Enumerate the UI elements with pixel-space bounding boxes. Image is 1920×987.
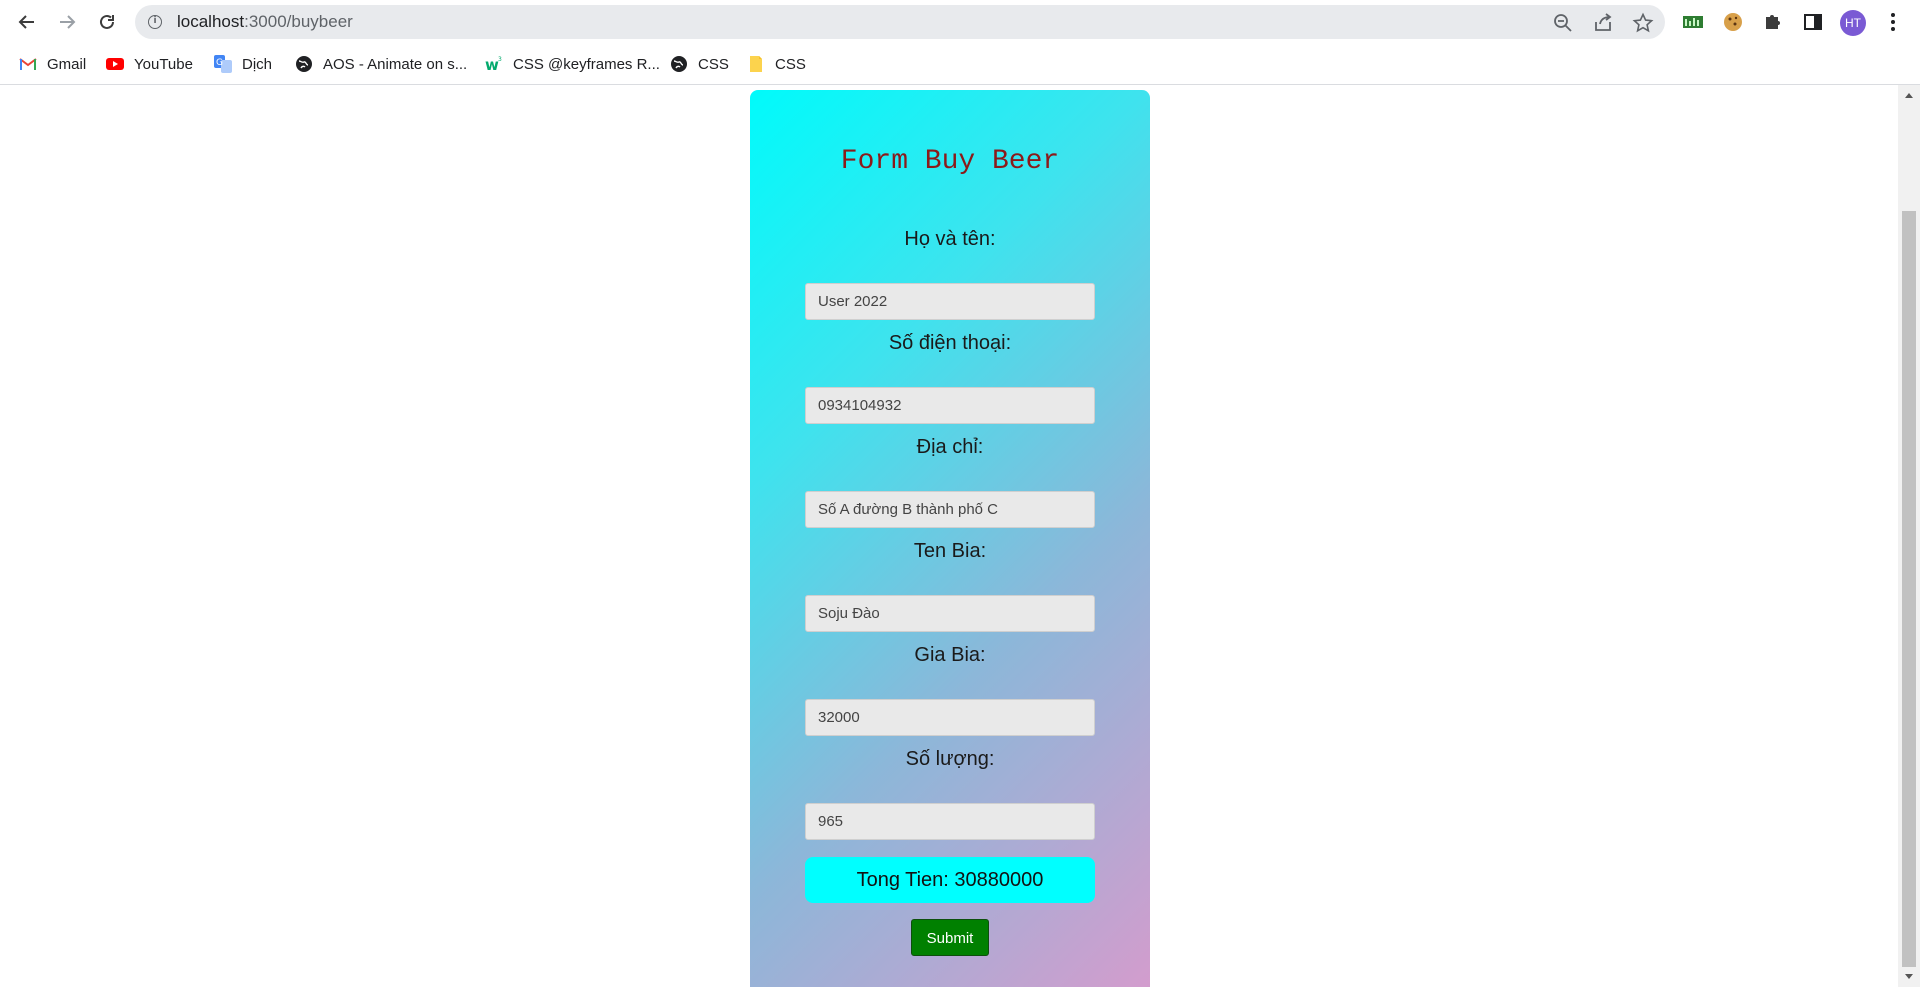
site-info-icon[interactable]: i bbox=[148, 15, 162, 29]
zoom-icon[interactable] bbox=[1552, 12, 1574, 34]
back-button[interactable] bbox=[13, 8, 41, 36]
url-host: localhost bbox=[177, 12, 245, 31]
url-path: :3000/buybeer bbox=[244, 12, 353, 31]
folder-icon bbox=[750, 56, 762, 72]
total-display: Tong Tien: 30880000 bbox=[805, 857, 1095, 903]
bookmark-translate[interactable]: G Dịch bbox=[214, 53, 272, 75]
bookmark-label: Gmail bbox=[47, 55, 87, 73]
bookmark-label: CSS @keyframes R... bbox=[513, 55, 660, 73]
page-scrollbar[interactable] bbox=[1898, 85, 1920, 987]
svg-text:G: G bbox=[216, 58, 223, 68]
bookmark-label: YouTube bbox=[134, 55, 193, 73]
bookmark-css-1[interactable]: CSS bbox=[670, 53, 729, 75]
bookmark-keyframes[interactable]: w3 CSS @keyframes R... bbox=[485, 53, 660, 75]
beer-name-input[interactable] bbox=[805, 595, 1095, 632]
form-title: Form Buy Beer bbox=[840, 146, 1060, 177]
beer-price-label: Gia Bia: bbox=[914, 644, 986, 666]
scrollbar-thumb[interactable] bbox=[1902, 211, 1916, 967]
forward-button[interactable] bbox=[53, 8, 81, 36]
w3schools-icon: w3 bbox=[485, 56, 502, 73]
bookmark-label: CSS bbox=[698, 55, 729, 73]
url-text[interactable]: localhost:3000/buybeer bbox=[177, 12, 353, 32]
reload-icon bbox=[100, 14, 114, 29]
side-panel-icon[interactable] bbox=[1801, 10, 1825, 34]
bookmark-aos[interactable]: AOS - Animate on s... bbox=[295, 53, 467, 75]
address-bar[interactable]: i localhost:3000/buybeer bbox=[135, 5, 1665, 39]
quantity-label: Số lượng: bbox=[905, 748, 995, 770]
bookmark-label: Dịch bbox=[242, 55, 273, 73]
bookmark-gmail[interactable]: Gmail bbox=[19, 53, 86, 75]
scroll-down-arrow-icon[interactable] bbox=[1904, 973, 1914, 981]
share-icon[interactable] bbox=[1592, 12, 1614, 34]
address-label: Địa chỉ: bbox=[916, 436, 984, 458]
gmail-icon bbox=[19, 58, 37, 70]
globe-icon bbox=[671, 56, 687, 72]
svg-text:3: 3 bbox=[498, 56, 502, 63]
star-icon[interactable] bbox=[1632, 12, 1654, 34]
page-viewport: Form Buy Beer Họ và tên: Số điện thoại: … bbox=[0, 85, 1898, 987]
arrow-right-icon bbox=[60, 15, 76, 29]
beer-price-input[interactable] bbox=[805, 699, 1095, 736]
bookmark-label: CSS bbox=[775, 55, 806, 73]
bookmark-label: AOS - Animate on s... bbox=[323, 55, 468, 73]
more-menu-icon[interactable] bbox=[1881, 10, 1905, 34]
translate-icon: G bbox=[214, 55, 232, 73]
extension-meter-icon[interactable] bbox=[1681, 10, 1705, 34]
browser-toolbar: i localhost:3000/buybeer HT bbox=[0, 0, 1920, 44]
submit-button[interactable]: Submit bbox=[911, 919, 989, 956]
quantity-input[interactable] bbox=[805, 803, 1095, 840]
extensions-puzzle-icon[interactable] bbox=[1761, 10, 1785, 34]
scroll-up-arrow-icon[interactable] bbox=[1904, 91, 1914, 99]
youtube-icon bbox=[106, 58, 124, 70]
bookmarks-bar: Gmail YouTube G Dịch AOS - Animate on s.… bbox=[0, 44, 1920, 85]
phone-input[interactable] bbox=[805, 387, 1095, 424]
phone-label: Số điện thoại: bbox=[888, 332, 1012, 354]
full-name-input[interactable] bbox=[805, 283, 1095, 320]
svg-text:w: w bbox=[485, 56, 499, 73]
bookmark-youtube[interactable]: YouTube bbox=[106, 53, 193, 75]
cookie-icon[interactable] bbox=[1721, 10, 1745, 34]
bookmark-css-2[interactable]: CSS bbox=[747, 53, 806, 75]
full-name-label: Họ và tên: bbox=[904, 228, 996, 250]
beer-name-label: Ten Bia: bbox=[913, 540, 987, 562]
address-input[interactable] bbox=[805, 491, 1095, 528]
profile-avatar[interactable]: HT bbox=[1840, 10, 1866, 36]
buy-beer-form: Form Buy Beer Họ và tên: Số điện thoại: … bbox=[750, 90, 1150, 987]
globe-icon bbox=[296, 56, 312, 72]
reload-button[interactable] bbox=[93, 8, 121, 36]
arrow-left-icon bbox=[18, 15, 34, 29]
